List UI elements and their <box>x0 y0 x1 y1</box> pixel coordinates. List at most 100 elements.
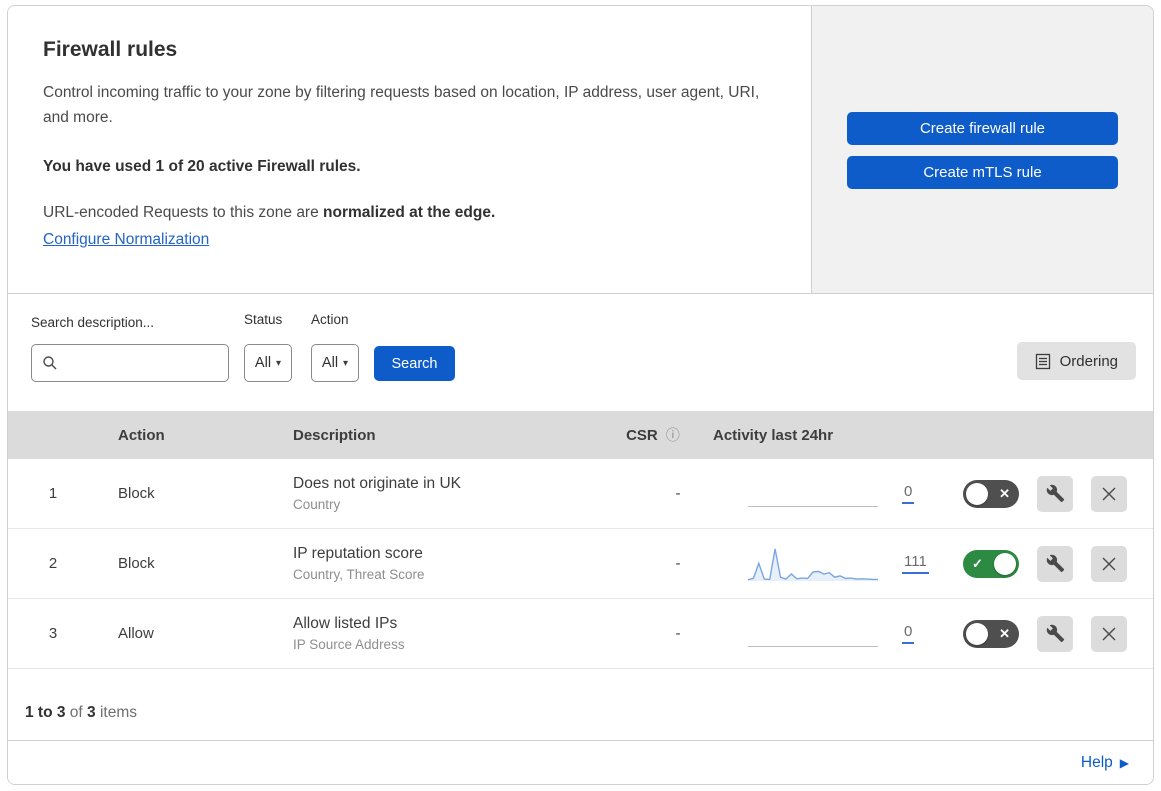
toggle-knob <box>966 622 988 645</box>
rule-enable-toggle[interactable]: ✕ ✓ <box>963 479 1019 508</box>
sparkline-empty <box>748 474 878 514</box>
help-link[interactable]: Help ▶ <box>1081 754 1129 772</box>
rule-fields: Country, Threat Score <box>293 567 425 582</box>
filter-bar: Search description... Status Action All … <box>8 294 1153 411</box>
search-label: Search description... <box>31 315 155 330</box>
ordering-list-icon <box>1035 353 1051 370</box>
csr-value: - <box>675 624 681 642</box>
table-row: 1 Block Does not originate in UK Country… <box>8 459 1153 529</box>
firewall-rules-panel: Firewall rules Control incoming traffic … <box>7 5 1154 785</box>
status-dropdown-value: All <box>254 355 272 371</box>
rule-action: Block <box>118 485 155 502</box>
create-mtls-rule-button[interactable]: Create mTLS rule <box>847 156 1118 189</box>
activity-count-link[interactable]: 0 <box>902 623 915 644</box>
activity-count-link[interactable]: 0 <box>902 483 915 504</box>
rule-activity-cell: 0 <box>703 474 963 514</box>
normalization-notice: URL-encoded Requests to this zone are no… <box>43 204 771 222</box>
sparkline-empty <box>748 614 878 654</box>
rule-description-cell: Does not originate in UK Country <box>273 475 603 512</box>
close-icon <box>1101 626 1117 642</box>
normalization-text: URL-encoded Requests to this zone are <box>43 204 324 221</box>
header-text-block: Firewall rules Control incoming traffic … <box>8 6 812 293</box>
edit-rule-button[interactable] <box>1037 615 1073 652</box>
help-bar: Help ▶ <box>8 741 1153 784</box>
toggle-x-icon: ✕ <box>999 485 1010 501</box>
wrench-icon <box>1046 624 1065 643</box>
actions-panel: Create firewall rule Create mTLS rule <box>812 6 1153 293</box>
header-csr-label: CSR <box>626 427 658 444</box>
rule-priority: 2 <box>48 555 58 572</box>
rule-csr-cell: - <box>603 485 703 503</box>
normalization-bold: normalized at the edge. <box>323 204 496 221</box>
ordering-button-label: Ordering <box>1059 352 1118 370</box>
search-icon <box>42 355 58 371</box>
rule-activity-cell: 0 <box>703 614 963 654</box>
delete-rule-button[interactable] <box>1091 545 1127 582</box>
rule-priority: 3 <box>48 625 58 642</box>
items-range: 1 to 3 <box>25 704 66 721</box>
rule-description-cell: IP reputation score Country, Threat Scor… <box>273 545 603 582</box>
activity-count-link[interactable]: 111 <box>902 553 929 574</box>
csr-value: - <box>675 554 681 572</box>
chevron-down-icon: ▾ <box>276 357 282 369</box>
toggle-knob <box>994 552 1016 575</box>
close-icon <box>1101 486 1117 502</box>
rule-fields: Country <box>293 497 341 512</box>
action-label: Action <box>311 312 349 327</box>
edit-rule-button[interactable] <box>1037 475 1073 512</box>
header-csr: CSR ⓘ <box>603 425 703 445</box>
rule-action: Block <box>118 555 155 572</box>
configure-normalization-link[interactable]: Configure Normalization <box>43 231 209 248</box>
header-action: Action <box>118 426 165 444</box>
header-activity: Activity last 24hr <box>703 427 963 444</box>
header-section: Firewall rules Control incoming traffic … <box>8 6 1153 294</box>
rule-enable-toggle[interactable]: ✕ ✓ <box>963 549 1019 578</box>
toggle-x-icon: ✕ <box>999 625 1010 641</box>
status-label: Status <box>244 312 283 327</box>
table-row: 2 Block IP reputation score Country, Thr… <box>8 529 1153 599</box>
arrow-right-icon: ▶ <box>1119 756 1129 770</box>
rule-controls: ✕ ✓ <box>963 475 1153 512</box>
status-dropdown[interactable]: All ▾ <box>244 344 292 382</box>
page-title: Firewall rules <box>43 38 178 61</box>
csr-value: - <box>675 484 681 502</box>
rule-controls: ✕ ✓ <box>963 615 1153 652</box>
rule-description-cell: Allow listed IPs IP Source Address <box>273 615 603 652</box>
rule-action: Allow <box>118 625 154 642</box>
items-label: items <box>99 704 138 721</box>
chevron-down-icon: ▾ <box>343 357 349 369</box>
rule-csr-cell: - <box>603 625 703 643</box>
action-dropdown-value: All <box>321 355 339 371</box>
header-description: Description <box>293 426 376 444</box>
rule-controls: ✕ ✓ <box>963 545 1153 582</box>
search-button[interactable]: Search <box>374 346 455 381</box>
toggle-check-icon: ✓ <box>972 555 983 571</box>
search-input-wrapper <box>31 344 229 382</box>
rule-description: IP reputation score <box>293 545 423 562</box>
info-icon[interactable]: ⓘ <box>666 427 680 443</box>
items-total: 3 <box>87 704 96 721</box>
rule-enable-toggle[interactable]: ✕ ✓ <box>963 619 1019 648</box>
table-row: 3 Allow Allow listed IPs IP Source Addre… <box>8 599 1153 669</box>
search-input[interactable] <box>65 355 228 371</box>
rule-csr-cell: - <box>603 555 703 573</box>
table-header-row: Action Description CSR ⓘ Activity last 2… <box>8 411 1153 459</box>
edit-rule-button[interactable] <box>1037 545 1073 582</box>
ordering-button[interactable]: Ordering <box>1016 342 1136 380</box>
usage-notice: You have used 1 of 20 active Firewall ru… <box>43 158 361 175</box>
help-label: Help <box>1080 754 1113 771</box>
sparkline-chart <box>748 544 878 584</box>
rule-activity-cell: 111 <box>703 544 963 584</box>
page-description: Control incoming traffic to your zone by… <box>43 84 760 126</box>
rule-priority: 1 <box>48 485 58 502</box>
action-dropdown[interactable]: All ▾ <box>311 344 359 382</box>
pagination-summary: 1 to 3 of 3 items <box>8 669 1153 741</box>
rule-description: Allow listed IPs <box>293 615 398 632</box>
rule-fields: IP Source Address <box>293 637 405 652</box>
create-firewall-rule-button[interactable]: Create firewall rule <box>847 112 1118 145</box>
toggle-knob <box>966 482 988 505</box>
wrench-icon <box>1046 554 1065 573</box>
delete-rule-button[interactable] <box>1091 475 1127 512</box>
delete-rule-button[interactable] <box>1091 615 1127 652</box>
of-label: of <box>69 704 83 721</box>
